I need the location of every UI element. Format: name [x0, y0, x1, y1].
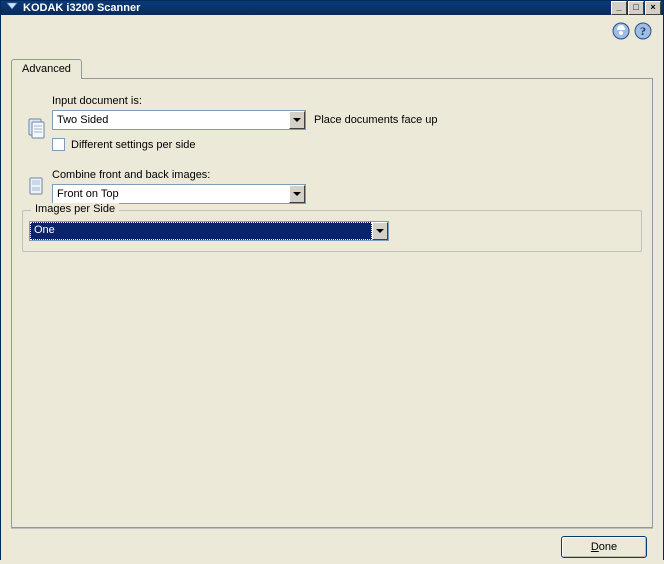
tabstrip: Advanced: [11, 57, 653, 78]
window-controls: _ □ ×: [611, 1, 661, 15]
maximize-button[interactable]: □: [628, 1, 644, 15]
combine-select[interactable]: Front on Top: [52, 184, 306, 204]
footer: Done: [11, 528, 653, 564]
different-settings-row: Different settings per side: [52, 138, 642, 151]
titlebar[interactable]: KODAK i3200 Scanner _ □ ×: [1, 1, 663, 15]
help-icon[interactable]: ?: [633, 21, 653, 41]
combine-value: Front on Top: [53, 188, 289, 200]
chevron-down-icon: [289, 111, 305, 129]
tab-panel-advanced: Input document is: Two Sided Place docum…: [11, 78, 653, 528]
close-button[interactable]: ×: [645, 1, 661, 15]
window-title: KODAK i3200 Scanner: [23, 2, 611, 14]
images-per-side-select[interactable]: One: [29, 221, 389, 241]
toolbar: ?: [611, 21, 653, 41]
minimize-button[interactable]: _: [611, 1, 627, 15]
tab-advanced[interactable]: Advanced: [11, 59, 82, 79]
combine-label: Combine front and back images:: [52, 169, 642, 181]
input-document-icon: [26, 117, 48, 141]
done-label: one: [599, 541, 617, 553]
different-settings-checkbox[interactable]: [52, 138, 65, 151]
chevron-down-icon: [372, 222, 388, 240]
app-window: KODAK i3200 Scanner _ □ × ?: [0, 0, 664, 560]
content-area: Advanced: [11, 57, 653, 528]
home-icon[interactable]: [611, 21, 631, 41]
tab-label: Advanced: [22, 63, 71, 75]
images-per-side-value: One: [30, 222, 372, 240]
combine-icon: [26, 175, 48, 199]
combine-row: Combine front and back images: Front on …: [22, 169, 642, 204]
input-document-row: Input document is: Two Sided Place docum…: [22, 95, 642, 163]
different-settings-label: Different settings per side: [71, 139, 196, 151]
svg-text:?: ?: [640, 24, 646, 38]
input-document-value: Two Sided: [53, 114, 289, 126]
done-button[interactable]: Done: [561, 536, 647, 558]
client-area: ? Advanced: [1, 15, 663, 564]
input-document-label: Input document is:: [52, 95, 642, 107]
chevron-down-icon: [289, 185, 305, 203]
app-icon: [5, 1, 19, 15]
input-document-hint: Place documents face up: [314, 114, 438, 126]
input-document-select[interactable]: Two Sided: [52, 110, 306, 130]
images-per-side-legend: Images per Side: [31, 203, 119, 215]
images-per-side-group: Images per Side One: [22, 210, 642, 252]
